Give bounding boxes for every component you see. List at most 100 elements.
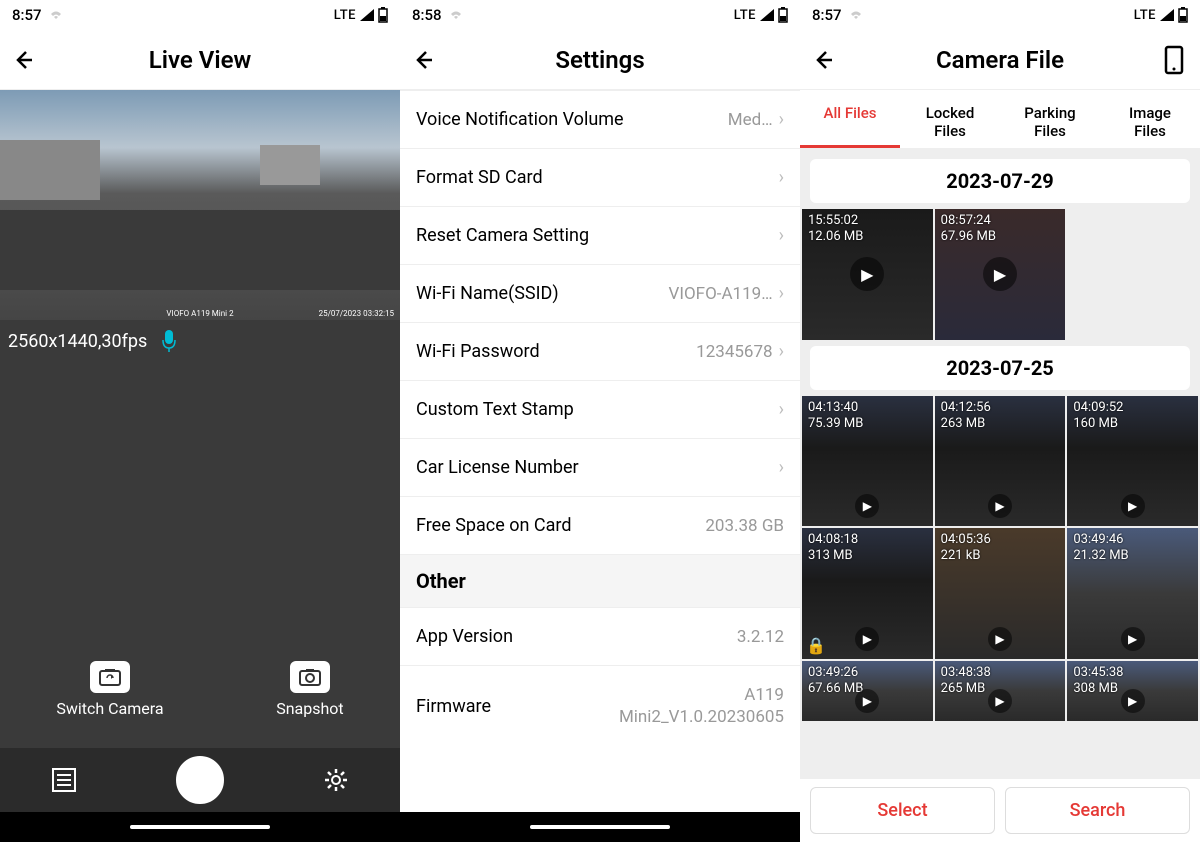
signal-icon (760, 9, 774, 21)
status-time: 8:57 (12, 6, 42, 24)
preview-stamp-date: 25/07/2023 03:32:15 (319, 309, 394, 318)
date-header: 2023-07-29 (810, 159, 1190, 203)
search-button[interactable]: Search (1005, 787, 1190, 834)
record-button[interactable] (176, 756, 224, 804)
play-icon: ▶ (988, 689, 1012, 713)
video-thumbnail[interactable]: 03:49:26 67.66 MB ▶ (802, 661, 933, 721)
header: Live View (0, 30, 400, 90)
play-icon: ▶ (855, 494, 879, 518)
setting-format-sd[interactable]: Format SD Card › (400, 149, 800, 207)
setting-firmware: Firmware A119 Mini2_V1.0.20230605 (400, 666, 800, 746)
chevron-right-icon: › (779, 457, 784, 478)
tab-image-files[interactable]: ImageFiles (1100, 98, 1200, 148)
play-icon: ▶ (988, 494, 1012, 518)
signal-icon (360, 9, 374, 21)
battery-icon (1178, 7, 1188, 23)
video-thumbnail[interactable]: 03:45:38 308 MB ▶ (1067, 661, 1198, 721)
bottom-nav (0, 748, 400, 812)
setting-free-space: Free Space on Card 203.38 GB (400, 497, 800, 555)
chevron-right-icon: › (779, 283, 784, 304)
phone-camera-file: 8:57 LTE Camera File All Files LockedFil… (800, 0, 1200, 842)
files-list[interactable]: 2023-07-29 15:55:02 12.06 MB ▶ 08:57:24 … (800, 149, 1200, 779)
play-icon: ▶ (850, 257, 884, 291)
device-icon[interactable] (1164, 45, 1184, 75)
chevron-right-icon: › (779, 399, 784, 420)
video-thumbnail[interactable]: 03:48:38 265 MB ▶ (935, 661, 1066, 721)
play-icon: ▶ (988, 627, 1012, 651)
phone-live-view: 8:57 LTE Live View VIOFO A119 Mini 2 25/… (0, 0, 400, 842)
camera-preview[interactable]: VIOFO A119 Mini 2 25/07/2023 03:32:15 (0, 90, 400, 320)
wifi-icon (848, 9, 864, 21)
battery-icon (778, 7, 788, 23)
date-header: 2023-07-25 (810, 346, 1190, 390)
status-time: 8:58 (412, 6, 442, 24)
page-title: Live View (149, 46, 251, 74)
network-label: LTE (1134, 8, 1156, 23)
play-icon: ▶ (1121, 627, 1145, 651)
home-indicator[interactable] (130, 825, 270, 829)
video-thumbnail[interactable]: 04:05:36 221 kB ▶ (935, 528, 1066, 659)
settings-icon[interactable] (321, 765, 351, 795)
network-label: LTE (734, 8, 756, 23)
battery-icon (378, 7, 388, 23)
chevron-right-icon: › (779, 109, 784, 130)
header: Camera File (800, 30, 1200, 90)
settings-list[interactable]: Voice Notification Volume Med…› Format S… (400, 90, 800, 812)
status-bar: 8:57 LTE (800, 0, 1200, 30)
tab-all-files[interactable]: All Files (800, 98, 900, 148)
chevron-right-icon: › (779, 341, 784, 362)
setting-license-plate[interactable]: Car License Number › (400, 439, 800, 497)
snapshot-icon (290, 661, 330, 693)
video-thumbnail[interactable]: 03:49:46 21.32 MB ▶ (1067, 528, 1198, 659)
tab-locked-files[interactable]: LockedFiles (900, 98, 1000, 148)
bottom-actions: Select Search (800, 779, 1200, 842)
play-icon: ▶ (855, 689, 879, 713)
chevron-right-icon: › (779, 167, 784, 188)
file-tabs: All Files LockedFiles ParkingFiles Image… (800, 90, 1200, 149)
back-button[interactable] (12, 48, 36, 72)
tab-parking-files[interactable]: ParkingFiles (1000, 98, 1100, 148)
microphone-icon[interactable] (161, 330, 177, 352)
home-indicator[interactable] (530, 825, 670, 829)
play-icon: ▶ (1121, 494, 1145, 518)
resolution-text: 2560x1440,30fps (8, 331, 147, 352)
video-thumbnail[interactable]: 15:55:02 12.06 MB ▶ (802, 209, 933, 340)
video-thumbnail[interactable]: 04:09:52 160 MB ▶ (1067, 396, 1198, 527)
preview-stamp-model: VIOFO A119 Mini 2 (166, 309, 233, 318)
back-button[interactable] (812, 48, 836, 72)
wifi-icon (48, 9, 64, 21)
back-button[interactable] (412, 48, 436, 72)
switch-camera-button[interactable]: Switch Camera (56, 661, 163, 718)
play-icon: ▶ (1121, 689, 1145, 713)
select-button[interactable]: Select (810, 787, 995, 834)
page-title: Camera File (936, 46, 1064, 74)
wifi-icon (448, 9, 464, 21)
video-thumbnail[interactable]: 04:12:56 263 MB ▶ (935, 396, 1066, 527)
video-thumbnail[interactable]: 04:08:18 313 MB ▶ 🔒 (802, 528, 933, 659)
header: Settings (400, 30, 800, 90)
signal-icon (1160, 9, 1174, 21)
switch-camera-icon (90, 661, 130, 693)
video-thumbnail[interactable]: 08:57:24 67.96 MB ▶ (935, 209, 1066, 340)
chevron-right-icon: › (779, 225, 784, 246)
setting-wifi-password[interactable]: Wi-Fi Password 12345678› (400, 323, 800, 381)
phone-settings: 8:58 LTE Settings Voice Notification Vol… (400, 0, 800, 842)
status-time: 8:57 (812, 6, 842, 24)
video-thumbnail[interactable]: 04:13:40 75.39 MB ▶ (802, 396, 933, 527)
lock-icon: 🔒 (806, 636, 826, 655)
section-other: Other (400, 555, 800, 608)
status-bar: 8:58 LTE (400, 0, 800, 30)
resolution-bar: 2560x1440,30fps (0, 320, 400, 362)
page-title: Settings (555, 46, 644, 74)
setting-voice-volume[interactable]: Voice Notification Volume Med…› (400, 91, 800, 149)
status-bar: 8:57 LTE (0, 0, 400, 30)
setting-app-version: App Version 3.2.12 (400, 608, 800, 666)
play-icon: ▶ (983, 257, 1017, 291)
setting-wifi-ssid[interactable]: Wi-Fi Name(SSID) VIOFO-A119…› (400, 265, 800, 323)
play-icon: ▶ (855, 627, 879, 651)
files-icon[interactable] (49, 765, 79, 795)
setting-text-stamp[interactable]: Custom Text Stamp › (400, 381, 800, 439)
snapshot-button[interactable]: Snapshot (276, 661, 343, 718)
network-label: LTE (334, 8, 356, 23)
setting-reset-camera[interactable]: Reset Camera Setting › (400, 207, 800, 265)
